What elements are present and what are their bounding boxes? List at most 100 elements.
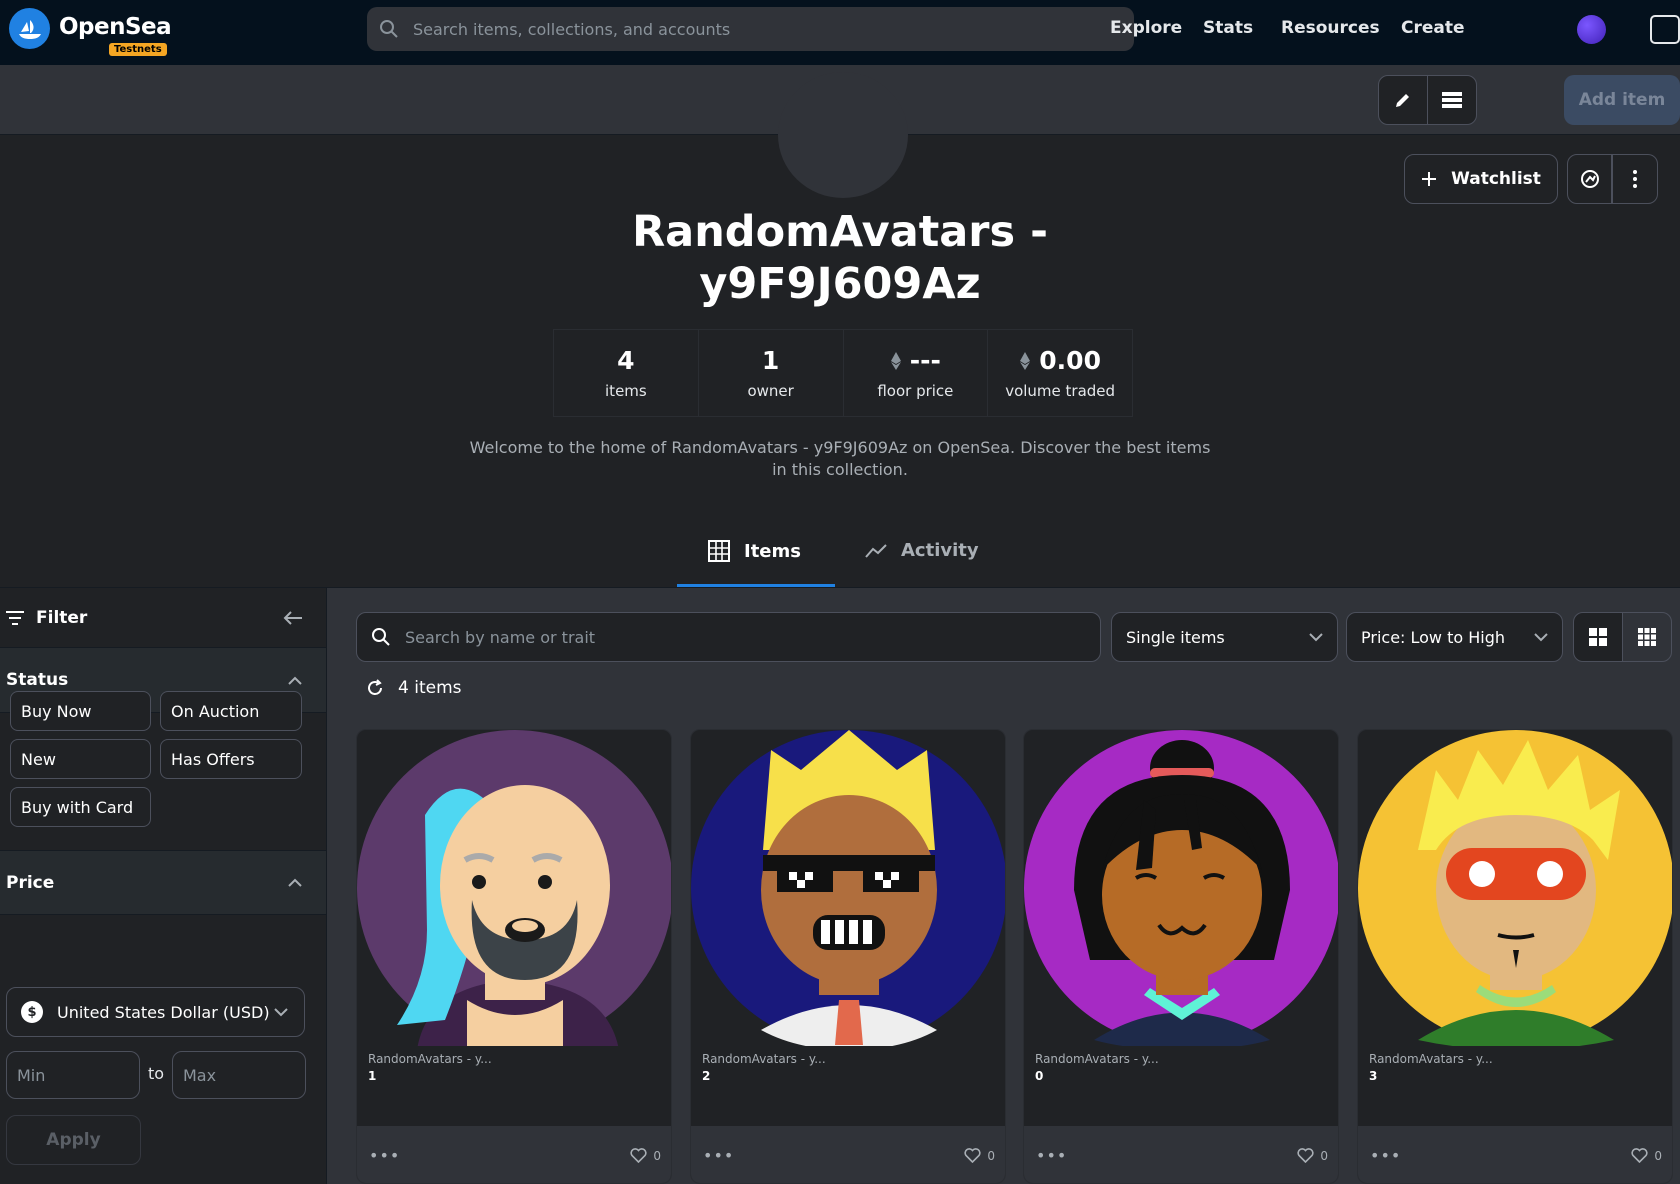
filter-header[interactable]: Filter bbox=[0, 588, 326, 648]
opensea-logo-icon[interactable] bbox=[9, 8, 50, 49]
card-footer: ••• 0 bbox=[357, 1126, 671, 1183]
status-chip-has-offers[interactable]: Has Offers bbox=[160, 739, 302, 779]
large-grid-button[interactable] bbox=[1573, 612, 1623, 662]
items-count-label: 4 items bbox=[398, 678, 462, 698]
item-type-value: Single items bbox=[1126, 627, 1225, 647]
heart-icon[interactable] bbox=[630, 1148, 647, 1163]
card-collection-name: RandomAvatars - y... bbox=[1369, 1052, 1493, 1066]
avatar-image bbox=[691, 730, 1005, 1046]
price-min-input[interactable]: Min bbox=[6, 1051, 140, 1099]
watchlist-label: Watchlist bbox=[1451, 169, 1541, 189]
sort-value: Price: Low to High bbox=[1361, 627, 1506, 647]
price-section-header[interactable]: Price bbox=[0, 850, 326, 915]
chevron-up-icon bbox=[288, 878, 302, 887]
large-grid-icon bbox=[1589, 628, 1607, 646]
search-icon bbox=[380, 20, 398, 38]
more-horizontal-icon[interactable]: ••• bbox=[369, 1146, 400, 1165]
small-grid-button[interactable] bbox=[1622, 612, 1672, 662]
item-search-placeholder: Search by name or trait bbox=[405, 627, 596, 647]
currency-select[interactable]: $ United States Dollar (USD) bbox=[6, 987, 305, 1037]
global-search-input[interactable]: Search items, collections, and accounts bbox=[367, 7, 1134, 51]
chevron-up-icon bbox=[288, 676, 302, 685]
wallet-icon[interactable] bbox=[1650, 15, 1680, 44]
trend-icon bbox=[865, 543, 887, 558]
brand-name[interactable]: OpenSea bbox=[59, 14, 172, 40]
items-count: 4 items bbox=[366, 678, 461, 698]
card-token-id: 2 bbox=[702, 1069, 711, 1083]
refresh-icon[interactable] bbox=[366, 679, 384, 697]
price-max-input[interactable]: Max bbox=[172, 1051, 306, 1099]
stat-items[interactable]: 4 items bbox=[554, 330, 699, 416]
like-count: 0 bbox=[1654, 1148, 1662, 1163]
items-area: Search by name or trait Single items Pri… bbox=[327, 588, 1680, 1184]
stat-items-label: items bbox=[605, 382, 647, 400]
collection-title-line1: RandomAvatars - bbox=[632, 207, 1048, 257]
tab-activity-label: Activity bbox=[901, 540, 979, 561]
nft-card[interactable]: RandomAvatars - y... 3 ••• 0 bbox=[1357, 729, 1673, 1184]
heart-icon[interactable] bbox=[1297, 1148, 1314, 1163]
nav-create[interactable]: Create bbox=[1401, 18, 1465, 38]
currency-value: United States Dollar (USD) bbox=[57, 1002, 270, 1022]
chevron-down-icon bbox=[274, 1007, 288, 1016]
collection-title-line2: y9F9J609Az bbox=[699, 259, 981, 309]
tab-activity[interactable]: Activity bbox=[865, 540, 979, 561]
arrow-left-icon[interactable] bbox=[283, 610, 303, 626]
tab-items[interactable]: Items bbox=[708, 540, 801, 562]
stat-volume[interactable]: 0.00 volume traded bbox=[988, 330, 1132, 416]
gauge-icon bbox=[1580, 170, 1599, 188]
stat-volume-label: volume traded bbox=[1005, 382, 1116, 400]
eth-icon bbox=[890, 351, 901, 370]
more-vertical-icon bbox=[1633, 170, 1637, 188]
nft-card[interactable]: RandomAvatars - y... 1 ••• 0 bbox=[356, 729, 672, 1184]
status-chip-new[interactable]: New bbox=[10, 739, 151, 779]
collection-description: Welcome to the home of RandomAvatars - y… bbox=[469, 438, 1211, 479]
like-count: 0 bbox=[653, 1148, 661, 1163]
avatar-image bbox=[1024, 730, 1338, 1046]
tab-items-label: Items bbox=[744, 540, 801, 562]
more-options-button[interactable] bbox=[1612, 154, 1658, 204]
price-label: Price bbox=[6, 872, 55, 893]
card-collection-name: RandomAvatars - y... bbox=[1035, 1052, 1159, 1066]
nav-resources[interactable]: Resources bbox=[1281, 18, 1380, 38]
collection-stats: 4 items 1 owner --- floor price 0.00 vol… bbox=[553, 329, 1133, 417]
item-type-select[interactable]: Single items bbox=[1111, 612, 1338, 662]
more-horizontal-icon[interactable]: ••• bbox=[1036, 1146, 1067, 1165]
apply-button[interactable]: Apply bbox=[6, 1115, 141, 1165]
stat-floor-price[interactable]: --- floor price bbox=[844, 330, 989, 416]
status-chip-on-auction[interactable]: On Auction bbox=[160, 691, 302, 731]
stat-items-value: 4 bbox=[617, 346, 635, 375]
nft-card[interactable]: RandomAvatars - y... 2 ••• 0 bbox=[690, 729, 1006, 1184]
card-token-id: 3 bbox=[1369, 1069, 1378, 1083]
status-chip-buy-with-card[interactable]: Buy with Card bbox=[10, 787, 151, 827]
item-search-input[interactable]: Search by name or trait bbox=[356, 612, 1101, 662]
sort-select[interactable]: Price: Low to High bbox=[1346, 612, 1563, 662]
chevron-down-icon bbox=[1309, 632, 1323, 641]
nav-explore[interactable]: Explore bbox=[1110, 18, 1182, 38]
like-count: 0 bbox=[1320, 1148, 1328, 1163]
profile-avatar[interactable] bbox=[1577, 15, 1606, 44]
heart-icon[interactable] bbox=[1631, 1148, 1648, 1163]
list-icon bbox=[1442, 92, 1462, 108]
stats-button[interactable] bbox=[1567, 154, 1612, 204]
stat-owner[interactable]: 1 owner bbox=[699, 330, 844, 416]
nft-card[interactable]: RandomAvatars - y... 0 ••• 0 bbox=[1023, 729, 1339, 1184]
avatar-image bbox=[357, 730, 671, 1046]
watchlist-button[interactable]: Watchlist bbox=[1404, 154, 1558, 204]
more-horizontal-icon[interactable]: ••• bbox=[703, 1146, 734, 1165]
filter-icon bbox=[6, 610, 24, 625]
testnets-badge: Testnets bbox=[109, 43, 167, 56]
nav-stats[interactable]: Stats bbox=[1203, 18, 1253, 38]
stat-floor-label: floor price bbox=[877, 382, 954, 400]
edit-button[interactable] bbox=[1378, 75, 1428, 125]
more-horizontal-icon[interactable]: ••• bbox=[1370, 1146, 1401, 1165]
price-range-to: to bbox=[148, 1064, 165, 1083]
heart-icon[interactable] bbox=[964, 1148, 981, 1163]
status-chip-buy-now[interactable]: Buy Now bbox=[10, 691, 151, 731]
add-item-button[interactable]: Add item bbox=[1564, 75, 1680, 125]
list-view-button[interactable] bbox=[1427, 75, 1477, 125]
search-icon bbox=[372, 628, 390, 646]
small-grid-icon bbox=[1638, 628, 1656, 646]
stat-floor-value: --- bbox=[909, 346, 941, 375]
eth-icon bbox=[1020, 351, 1031, 370]
card-collection-name: RandomAvatars - y... bbox=[368, 1052, 492, 1066]
